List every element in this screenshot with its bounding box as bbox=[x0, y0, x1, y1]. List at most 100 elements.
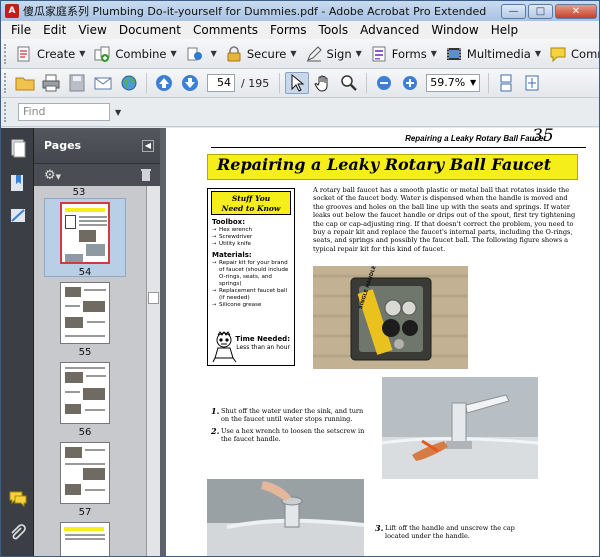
page-count: / 195 bbox=[241, 76, 270, 90]
chevron-down-icon: ▼ bbox=[170, 49, 177, 58]
menu-window[interactable]: Window bbox=[425, 23, 484, 37]
collapse-panel-button[interactable]: ◀ bbox=[142, 139, 154, 152]
select-tool-button[interactable] bbox=[285, 72, 310, 94]
toolbar-separator bbox=[279, 73, 281, 93]
handle-removal-photo bbox=[207, 479, 364, 556]
create-button[interactable]: Create ▼ bbox=[11, 42, 89, 66]
scrollbar-thumb[interactable] bbox=[148, 292, 159, 304]
window-title: 傻瓜家庭系列 Plumbing Do-it-yourself for Dummi… bbox=[23, 5, 487, 18]
menu-edit[interactable]: Edit bbox=[37, 23, 72, 37]
page-thumbnail-57[interactable]: 57 bbox=[52, 442, 118, 519]
arrow-up-icon bbox=[156, 75, 172, 91]
menu-file[interactable]: File bbox=[5, 23, 37, 37]
chevron-down-icon: ▼ bbox=[430, 49, 437, 58]
chevron-down-icon: ▼ bbox=[470, 78, 477, 87]
attachments-icon[interactable] bbox=[8, 523, 28, 543]
fit-page-button[interactable] bbox=[520, 72, 544, 94]
pages-panel-toolbar: ⚙▼ bbox=[34, 164, 160, 186]
combine-button[interactable]: Combine ▼ bbox=[89, 42, 180, 66]
document-view: Repairing a Leaky Rotary Ball Faucet 35 … bbox=[166, 128, 599, 556]
forms-button[interactable]: Forms ▼ bbox=[366, 42, 441, 66]
menu-forms[interactable]: Forms bbox=[264, 23, 312, 37]
step-1: 1. Shut off the water under the sink, an… bbox=[211, 406, 364, 423]
globe-icon bbox=[121, 75, 137, 91]
page-thumbnail-54[interactable]: 54 bbox=[52, 202, 118, 279]
list-item: Hex wrench bbox=[212, 227, 290, 234]
zoom-out-button[interactable] bbox=[372, 72, 396, 94]
menu-help[interactable]: Help bbox=[485, 23, 524, 37]
chevron-down-icon[interactable]: ▼ bbox=[115, 108, 121, 117]
page-number-input[interactable]: 54 bbox=[207, 74, 235, 92]
open-button[interactable] bbox=[13, 72, 37, 94]
options-gear-icon[interactable]: ⚙▼ bbox=[44, 168, 61, 183]
cursor-arrow-icon bbox=[291, 74, 305, 92]
page-thumbnail-56[interactable]: 56 bbox=[52, 362, 118, 439]
secure-button[interactable]: Secure ▼ bbox=[221, 42, 301, 66]
hand-tool-button[interactable] bbox=[311, 72, 335, 94]
next-page-button[interactable] bbox=[178, 72, 202, 94]
materials-list: Repair kit for your brand of faucet (sho… bbox=[212, 260, 290, 309]
menu-view[interactable]: View bbox=[72, 23, 112, 37]
toolbar-grip[interactable] bbox=[4, 73, 7, 93]
time-needed-value: Less than an hour bbox=[236, 344, 290, 351]
web-capture-button[interactable] bbox=[117, 72, 141, 94]
page-thumbnail-58[interactable] bbox=[52, 522, 118, 556]
floppy-disk-icon bbox=[69, 74, 85, 92]
comment-icon bbox=[550, 47, 566, 62]
marquee-zoom-button[interactable] bbox=[337, 72, 361, 94]
thumbnail-image bbox=[60, 202, 110, 264]
print-button[interactable] bbox=[39, 72, 63, 94]
minimize-button[interactable]: — bbox=[501, 3, 526, 19]
menu-document[interactable]: Document bbox=[113, 23, 187, 37]
save-button[interactable] bbox=[65, 72, 89, 94]
menu-tools[interactable]: Tools bbox=[313, 23, 355, 37]
list-item: Silicone grease bbox=[212, 302, 290, 309]
trash-icon[interactable] bbox=[140, 168, 152, 182]
toolbar-separator bbox=[488, 73, 490, 93]
multimedia-button[interactable]: Multimedia ▼ bbox=[441, 42, 545, 66]
scrolling-pages-icon bbox=[500, 74, 512, 92]
email-button[interactable] bbox=[91, 72, 115, 94]
page-thumbnail-55[interactable]: 55 bbox=[52, 282, 118, 359]
folder-icon bbox=[15, 77, 35, 91]
thumbnail-image bbox=[60, 362, 110, 424]
chevron-down-icon: ▼ bbox=[534, 49, 541, 58]
scrolling-mode-button[interactable] bbox=[494, 72, 518, 94]
thumbnail-image bbox=[60, 522, 110, 556]
list-item: Replacement faucet ball (if needed) bbox=[212, 288, 290, 302]
collaborate-button[interactable]: ▼ bbox=[181, 42, 221, 66]
step-2: 2. Use a hex wrench to loosen the setscr… bbox=[211, 426, 365, 443]
title-bar: A 傻瓜家庭系列 Plumbing Do-it-yourself for Dum… bbox=[1, 1, 599, 21]
navigation-toolbar: 54 / 195 59.7% ▼ bbox=[1, 69, 599, 98]
acrobat-window: A 傻瓜家庭系列 Plumbing Do-it-yourself for Dum… bbox=[0, 0, 600, 557]
toolbar-grip[interactable] bbox=[4, 102, 7, 122]
close-button[interactable]: ✕ bbox=[555, 3, 597, 19]
maximize-button[interactable]: □ bbox=[528, 3, 553, 19]
toolbox-list: Hex wrench Screwdriver Utility knife bbox=[212, 227, 290, 248]
pages-panel-title: Pages bbox=[44, 139, 82, 152]
tasks-toolbar: Create ▼ Combine ▼ ▼ Secure ▼ Sign ▼ Forms ▼ … bbox=[1, 39, 599, 69]
thumbnails-scrollbar[interactable] bbox=[146, 186, 160, 556]
hand-icon bbox=[314, 75, 328, 92]
comments-icon[interactable] bbox=[8, 489, 28, 509]
signatures-icon[interactable] bbox=[8, 206, 28, 226]
sign-button[interactable]: Sign ▼ bbox=[301, 42, 366, 66]
toolbar-grip[interactable] bbox=[4, 43, 6, 64]
previous-page-button[interactable] bbox=[152, 72, 176, 94]
intro-paragraph: A rotary ball faucet has a smooth plasti… bbox=[313, 186, 576, 253]
list-item: Utility knife bbox=[212, 241, 290, 248]
pages-icon[interactable] bbox=[8, 138, 28, 158]
chevron-down-icon: ▼ bbox=[79, 49, 86, 58]
step-3: 3. Lift off the handle and unscrew the c… bbox=[375, 523, 515, 540]
bookmarks-icon[interactable] bbox=[8, 173, 28, 193]
menu-advanced[interactable]: Advanced bbox=[354, 23, 425, 37]
zoom-in-button[interactable] bbox=[398, 72, 422, 94]
fit-window-icon bbox=[525, 75, 539, 91]
pages-panel: Pages ◀ ⚙▼ 53 54 55 56 57 bbox=[34, 128, 160, 556]
zoom-level-select[interactable]: 59.7% ▼ bbox=[426, 74, 481, 92]
page-number: 35 bbox=[532, 128, 554, 146]
comment-button[interactable]: Comment▼ bbox=[545, 42, 599, 66]
menu-comments[interactable]: Comments bbox=[187, 23, 264, 37]
find-input[interactable]: Find bbox=[18, 103, 110, 121]
chevron-down-icon: ▼ bbox=[210, 49, 217, 58]
